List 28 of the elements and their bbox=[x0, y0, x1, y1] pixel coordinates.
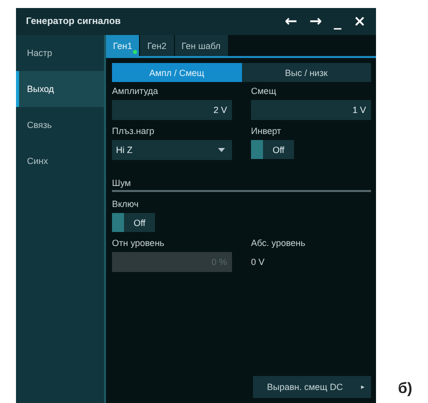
field-label: Отн уровень bbox=[112, 238, 164, 248]
sidebar-item[interactable]: Связь bbox=[16, 107, 104, 143]
section-heading: Шум bbox=[112, 178, 371, 192]
toggle-switch[interactable]: Off bbox=[112, 213, 155, 232]
toggle-switch[interactable]: Off bbox=[251, 140, 294, 159]
window-control-button[interactable]: ← bbox=[282, 14, 300, 29]
input-field[interactable]: 1 V bbox=[251, 100, 371, 120]
figure-caption: б) bbox=[398, 380, 412, 397]
window-control-button[interactable]: → bbox=[307, 14, 324, 29]
tab[interactable]: Ген2 bbox=[140, 35, 174, 56]
level-value: 0 V bbox=[251, 256, 265, 269]
sidebar-item[interactable]: Синх bbox=[16, 143, 104, 179]
window-control-button[interactable]: × bbox=[351, 14, 368, 29]
field-label: Инверт bbox=[251, 126, 282, 136]
field-label: Абс. уровень bbox=[251, 238, 306, 248]
field-label: Включ bbox=[112, 199, 139, 209]
field-label: Плъз.нагр bbox=[112, 126, 154, 136]
field-label: Смещ bbox=[251, 86, 276, 96]
tab[interactable]: Ген шабл bbox=[174, 35, 228, 56]
caret-icon bbox=[218, 148, 225, 152]
sidebar-item[interactable]: Выход bbox=[16, 71, 104, 107]
window-control-button[interactable]: _ bbox=[332, 14, 344, 29]
input-field[interactable]: 2 V bbox=[112, 100, 232, 120]
sidebar-item[interactable]: Настр bbox=[16, 35, 104, 71]
window-title: Генератор сигналов bbox=[26, 16, 121, 27]
dropdown[interactable]: Hi Z bbox=[112, 140, 232, 160]
field-label: Амплитуда bbox=[112, 86, 158, 96]
mode-button[interactable]: Выс / низк bbox=[242, 63, 371, 82]
